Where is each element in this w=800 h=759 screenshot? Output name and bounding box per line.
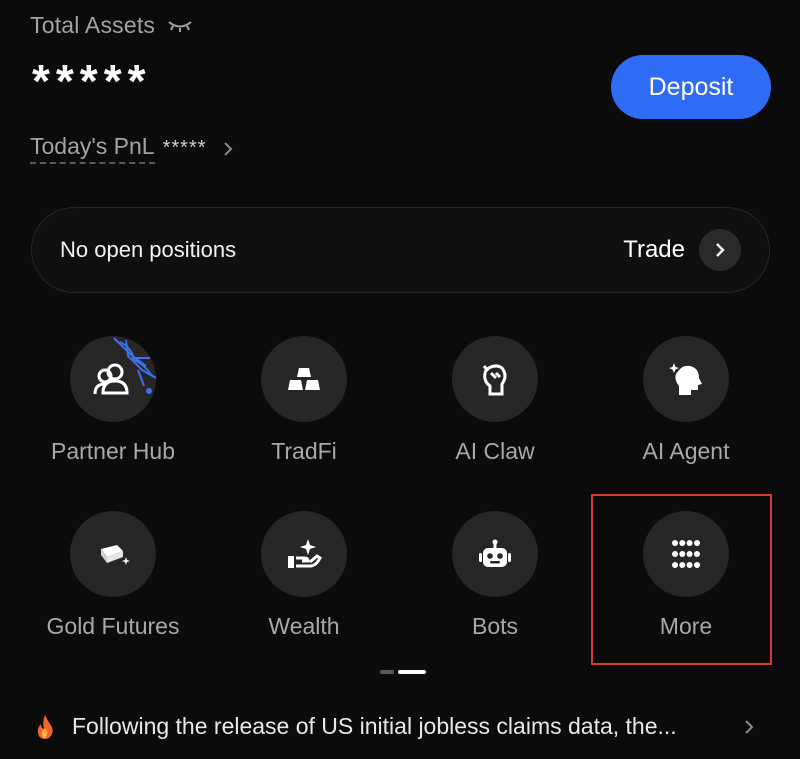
news-ticker[interactable]: Following the release of US initial jobl… [36,713,776,740]
shortcut-icon-circle [452,336,538,422]
page-dot-active [398,670,426,674]
shortcut-gold-futures[interactable]: Gold Futures [18,511,208,640]
shortcut-label: Wealth [268,613,340,639]
page-indicator [380,670,426,674]
shortcut-icon-circle [452,511,538,597]
ai-agent-icon [669,363,702,395]
shortcut-label: TradFi [271,438,337,464]
shortcut-icon-circle [261,511,347,597]
ai-claw-icon [482,364,507,396]
shortcut-icon-circle [261,336,347,422]
open-positions-card[interactable]: No open positions Trade [31,207,770,293]
shortcut-icon-circle [70,336,156,422]
chevron-right-icon [716,243,725,257]
deposit-button[interactable]: Deposit [611,55,771,119]
news-headline: Following the release of US initial jobl… [72,713,677,739]
total-assets-header: Total Assets [30,12,193,39]
page-dot-inactive [380,670,394,674]
hand-sparkle-icon [288,539,322,568]
shortcut-label: AI Agent [642,438,730,464]
shortcut-tradfi[interactable]: TradFi [209,336,399,465]
total-assets-value: ***** [32,55,152,107]
todays-pnl-row[interactable]: Today's PnL ***** [30,133,235,164]
shortcut-label: Bots [471,613,519,639]
shortcut-ai-agent[interactable]: AI Agent [591,336,781,465]
shortcut-icon-circle [643,336,729,422]
partner-hub-icon [93,337,156,395]
shortcut-label: AI Claw [455,438,535,464]
trade-label: Trade [623,236,685,263]
pnl-label: Today's PnL [30,133,155,164]
shortcut-ai-claw[interactable]: AI Claw [400,336,590,465]
pnl-value: ***** [162,137,207,159]
chevron-right-icon [223,141,232,156]
robot-icon [479,539,511,567]
shortcut-label: Partner Hub [50,438,175,464]
shortcut-partner-hub[interactable]: Partner Hub [18,336,208,465]
shortcut-label: Gold Futures [46,613,180,639]
shortcut-icon-circle [70,511,156,597]
eye-closed-icon[interactable] [167,19,193,33]
more-highlight-frame [591,494,772,665]
total-assets-label: Total Assets [30,12,156,38]
chevron-right-icon [745,719,754,734]
trade-link[interactable]: Trade [623,229,741,271]
gold-bars-icon [288,368,320,390]
trade-arrow-button[interactable] [699,229,741,271]
positions-status: No open positions [60,237,237,262]
shortcut-wealth[interactable]: Wealth [209,511,399,640]
shortcut-bots[interactable]: Bots [400,511,590,640]
flame-icon [37,714,53,739]
gold-bar-sparkle-icon [101,545,130,565]
